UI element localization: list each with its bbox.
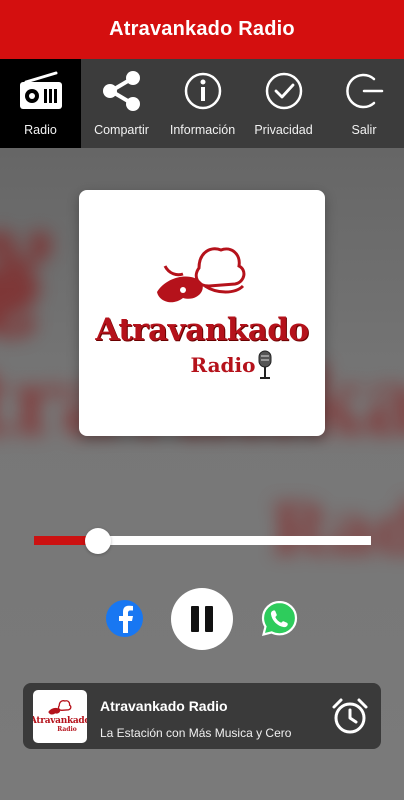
now-playing-subtitle: La Estación con Más Musica y Cero — [100, 726, 292, 740]
alarm-clock-icon — [332, 698, 368, 734]
nav-bar: Radio Compartir Información Privacidad S… — [0, 59, 404, 148]
exit-icon — [344, 71, 384, 111]
station-artwork: Atravankado Radio — [79, 190, 325, 436]
pause-icon — [191, 606, 213, 632]
nav-item-radio[interactable]: Radio — [0, 59, 81, 148]
nav-item-compartir[interactable]: Compartir — [81, 59, 162, 148]
facebook-icon — [118, 605, 133, 633]
artwork-sub-text: Radio — [190, 353, 256, 377]
pause-button[interactable] — [171, 588, 233, 650]
hat-logo-icon — [157, 247, 246, 303]
app-header: Atravankado Radio — [0, 0, 404, 59]
facebook-share-button[interactable] — [106, 600, 143, 637]
nav-label-privacidad: Privacidad — [254, 123, 313, 137]
nav-item-salir[interactable]: Salir — [324, 59, 404, 148]
whatsapp-icon — [261, 600, 298, 637]
nav-label-compartir: Compartir — [94, 123, 149, 137]
nav-label-radio: Radio — [24, 123, 57, 137]
sleep-timer-button[interactable] — [331, 697, 369, 735]
info-icon — [183, 71, 223, 111]
share-icon — [101, 71, 143, 111]
seek-thumb[interactable] — [85, 528, 112, 554]
nav-item-privacidad[interactable]: Privacidad — [243, 59, 324, 148]
app-title: Atravankado Radio — [109, 18, 295, 40]
nav-label-salir: Salir — [351, 123, 377, 137]
now-playing-thumbnail: Atravankado Radio — [33, 690, 87, 743]
whatsapp-share-button[interactable] — [261, 600, 298, 637]
thumbnail-sub: Radio — [57, 726, 77, 733]
check-circle-icon — [264, 71, 304, 111]
nav-item-informacion[interactable]: Información — [162, 59, 243, 148]
seek-bar[interactable] — [34, 528, 371, 554]
thumbnail-brand: Atravankado — [33, 716, 87, 726]
hat-logo-icon — [48, 700, 72, 715]
artwork-subtitle: Radio — [191, 350, 274, 380]
now-playing-bar[interactable]: Atravankado Radio Atravankado Radio La E… — [23, 683, 381, 749]
now-playing-title: Atravankado Radio — [100, 698, 228, 714]
artwork-brand: Atravankado — [95, 312, 309, 348]
microphone-icon — [258, 350, 272, 379]
player-controls — [0, 588, 404, 650]
nav-label-informacion: Información — [169, 123, 236, 137]
radio-icon — [18, 71, 64, 111]
